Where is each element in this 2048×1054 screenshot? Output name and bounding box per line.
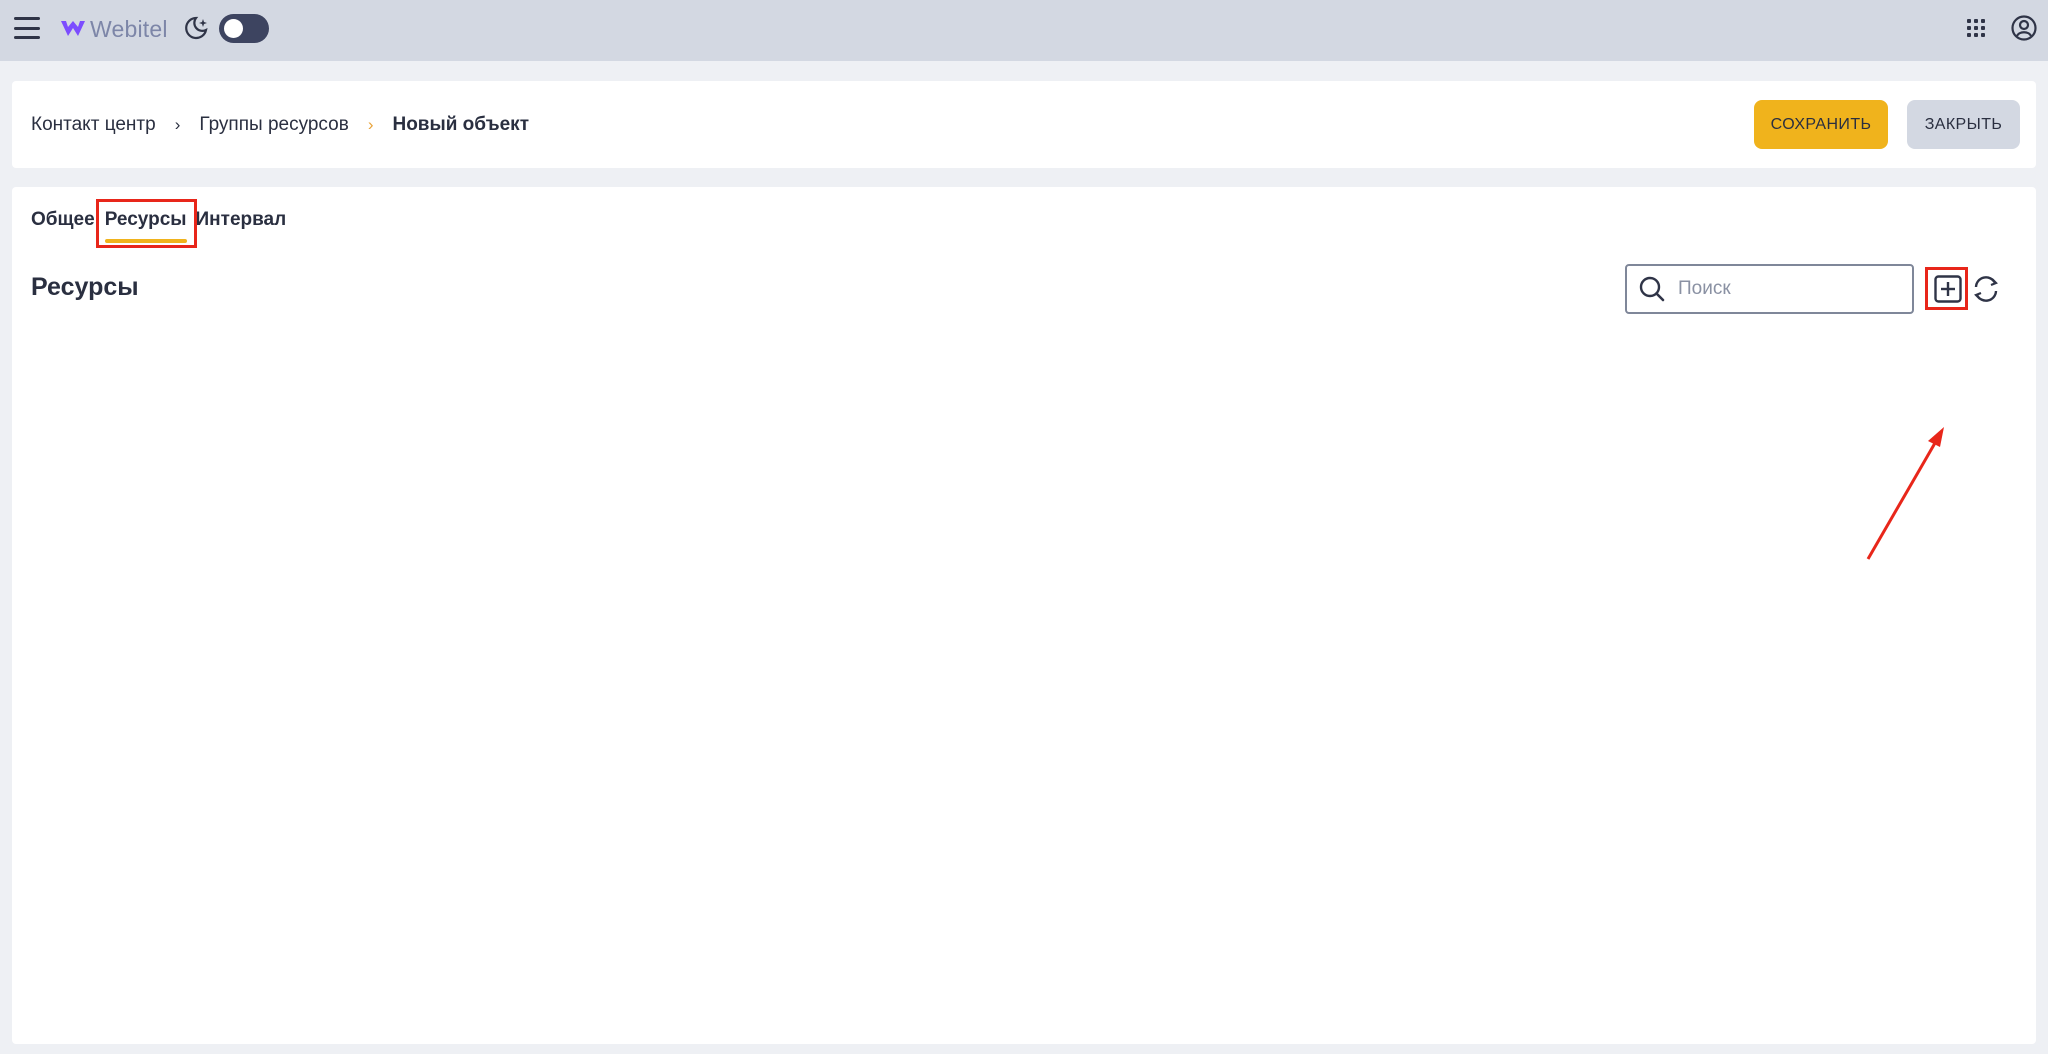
tab-label: Интервал	[195, 209, 287, 230]
annotation-arrow	[1866, 427, 1944, 560]
user-account-icon[interactable]	[2010, 14, 2038, 42]
tab-label: Общее	[31, 209, 95, 230]
annotation-highlight-tab	[96, 199, 197, 248]
moon-icon	[185, 16, 208, 40]
breadcrumb: Контакт центр › Группы ресурсов › Новый …	[31, 81, 529, 168]
save-button[interactable]: СОХРАНИТЬ	[1754, 100, 1888, 149]
chevron-right-icon: ›	[367, 114, 374, 134]
breadcrumb-item-contact-center[interactable]: Контакт центр	[31, 114, 156, 136]
tab-general[interactable]: Общее	[31, 209, 95, 249]
hamburger-icon[interactable]	[14, 17, 40, 39]
logo[interactable]: Webitel	[60, 14, 168, 44]
chevron-right-icon: ›	[174, 114, 181, 134]
section-title: Ресурсы	[31, 273, 139, 301]
header-card: Контакт центр › Группы ресурсов › Новый …	[12, 81, 2036, 168]
annotation-highlight-add	[1925, 267, 1968, 310]
main-card: Общее Ресурсы Интервал Ресурсы	[12, 187, 2036, 1044]
refresh-icon[interactable]	[1970, 273, 2002, 305]
search-icon	[1639, 276, 1665, 302]
tab-interval[interactable]: Интервал	[196, 209, 287, 249]
top-bar: Webitel	[0, 0, 2048, 61]
webitel-logo-icon	[61, 21, 85, 36]
apps-grid-icon[interactable]	[1966, 18, 1986, 38]
close-button[interactable]: ЗАКРЫТЬ	[1907, 100, 2020, 149]
toggle-knob	[224, 19, 243, 38]
theme-toggle[interactable]	[219, 14, 269, 43]
breadcrumb-item-resource-groups[interactable]: Группы ресурсов	[199, 114, 348, 136]
breadcrumb-current: Новый объект	[392, 113, 530, 135]
logo-text: Webitel	[90, 15, 168, 42]
search-input[interactable]	[1678, 278, 1898, 300]
